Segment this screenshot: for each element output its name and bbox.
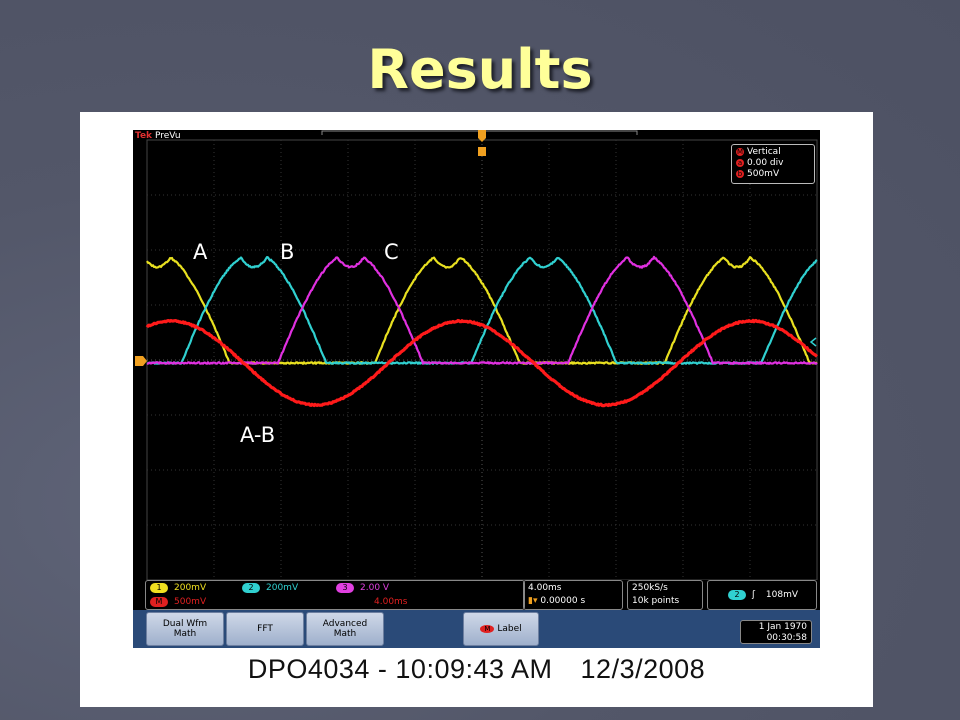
record-length: 10k points [632,595,679,607]
advanced-math-button[interactable]: Advanced Math [306,612,384,646]
channel-readouts[interactable]: 1 200mV 2 200mV 3 2.00 V M 500mV 4.00ms [145,580,525,610]
label-button[interactable]: M Label [463,612,539,646]
date-time-readout: 1 Jan 1970 00:30:58 [740,620,812,644]
acquisition-readout[interactable]: 250kS/s 10k points [627,580,703,610]
oscilloscope-screen: Tek PreVu M Vertical a 0.00 div b 500mV A B… [133,130,820,648]
label-a-minus-b: A-B [240,423,275,447]
vertical-title: Vertical [747,147,781,157]
waveform-display [133,130,820,580]
math-badge-icon: M [736,148,744,156]
softkey-bar: Dual Wfm Math FFT Advanced Math M Label [133,610,820,648]
channel-2-readout[interactable]: 2 200mV [242,582,298,594]
channel-3-scale: 2.00 V [360,583,389,593]
trigger-t-icon [478,147,486,156]
scope-time: 00:30:58 [741,633,807,644]
brand-logo: Tek [135,131,152,141]
channel-1-badge: 1 [150,583,168,593]
math-scale: 500mV [174,597,206,607]
vertical-readout: M Vertical a 0.00 div b 500mV [731,144,815,184]
channel-1-scale: 200mV [174,583,206,593]
vertical-scale: 500mV [747,169,779,179]
math-label-badge-icon: M [480,625,494,633]
caption-date: 12/3/2008 [581,654,706,684]
fft-button[interactable]: FFT [226,612,304,646]
sample-rate: 250kS/s [632,582,668,594]
trigger-readout[interactable]: 2ʃ 108mV [707,580,817,610]
timebase-readout[interactable]: 4.00ms ▮▾ 0.00000 s [523,580,623,610]
math-time-readout: 4.00ms [374,596,408,608]
scope-date: 1 Jan 1970 [741,622,807,633]
timebase-scale: 4.00ms [528,582,562,594]
vertical-position: 0.00 div [747,158,783,168]
label-b: B [280,240,294,264]
label-button-text: Label [497,624,521,634]
cursor-a-icon: a [736,159,744,167]
trigger-level: 108mV [766,590,798,600]
dual-wfm-math-button[interactable]: Dual Wfm Math [146,612,224,646]
channel-3-readout[interactable]: 3 2.00 V [336,582,389,594]
channel-1-readout[interactable]: 1 200mV [150,582,206,594]
slide-title: Results [0,38,960,101]
trigger-slope-icon: ʃ [752,590,755,600]
label-c: C [384,240,399,264]
math-badge: M [150,597,168,607]
delay-icon: ▮▾ [528,596,537,606]
timebase-delay: 0.00000 s [540,596,585,606]
math-readout[interactable]: M 500mV [150,596,206,608]
channel-2-scale: 200mV [266,583,298,593]
trigger-channel-badge: 2 [728,590,746,600]
acquisition-status: PreVu [155,131,181,141]
cursor-b-icon: b [736,170,744,178]
channel-2-badge: 2 [242,583,260,593]
channel-3-badge: 3 [336,583,354,593]
label-a: A [193,240,207,264]
screenshot-caption: DPO4034 - 10:09:43 AM 12/3/2008 [80,654,873,685]
caption-model-time: DPO4034 - 10:09:43 AM [248,654,553,684]
